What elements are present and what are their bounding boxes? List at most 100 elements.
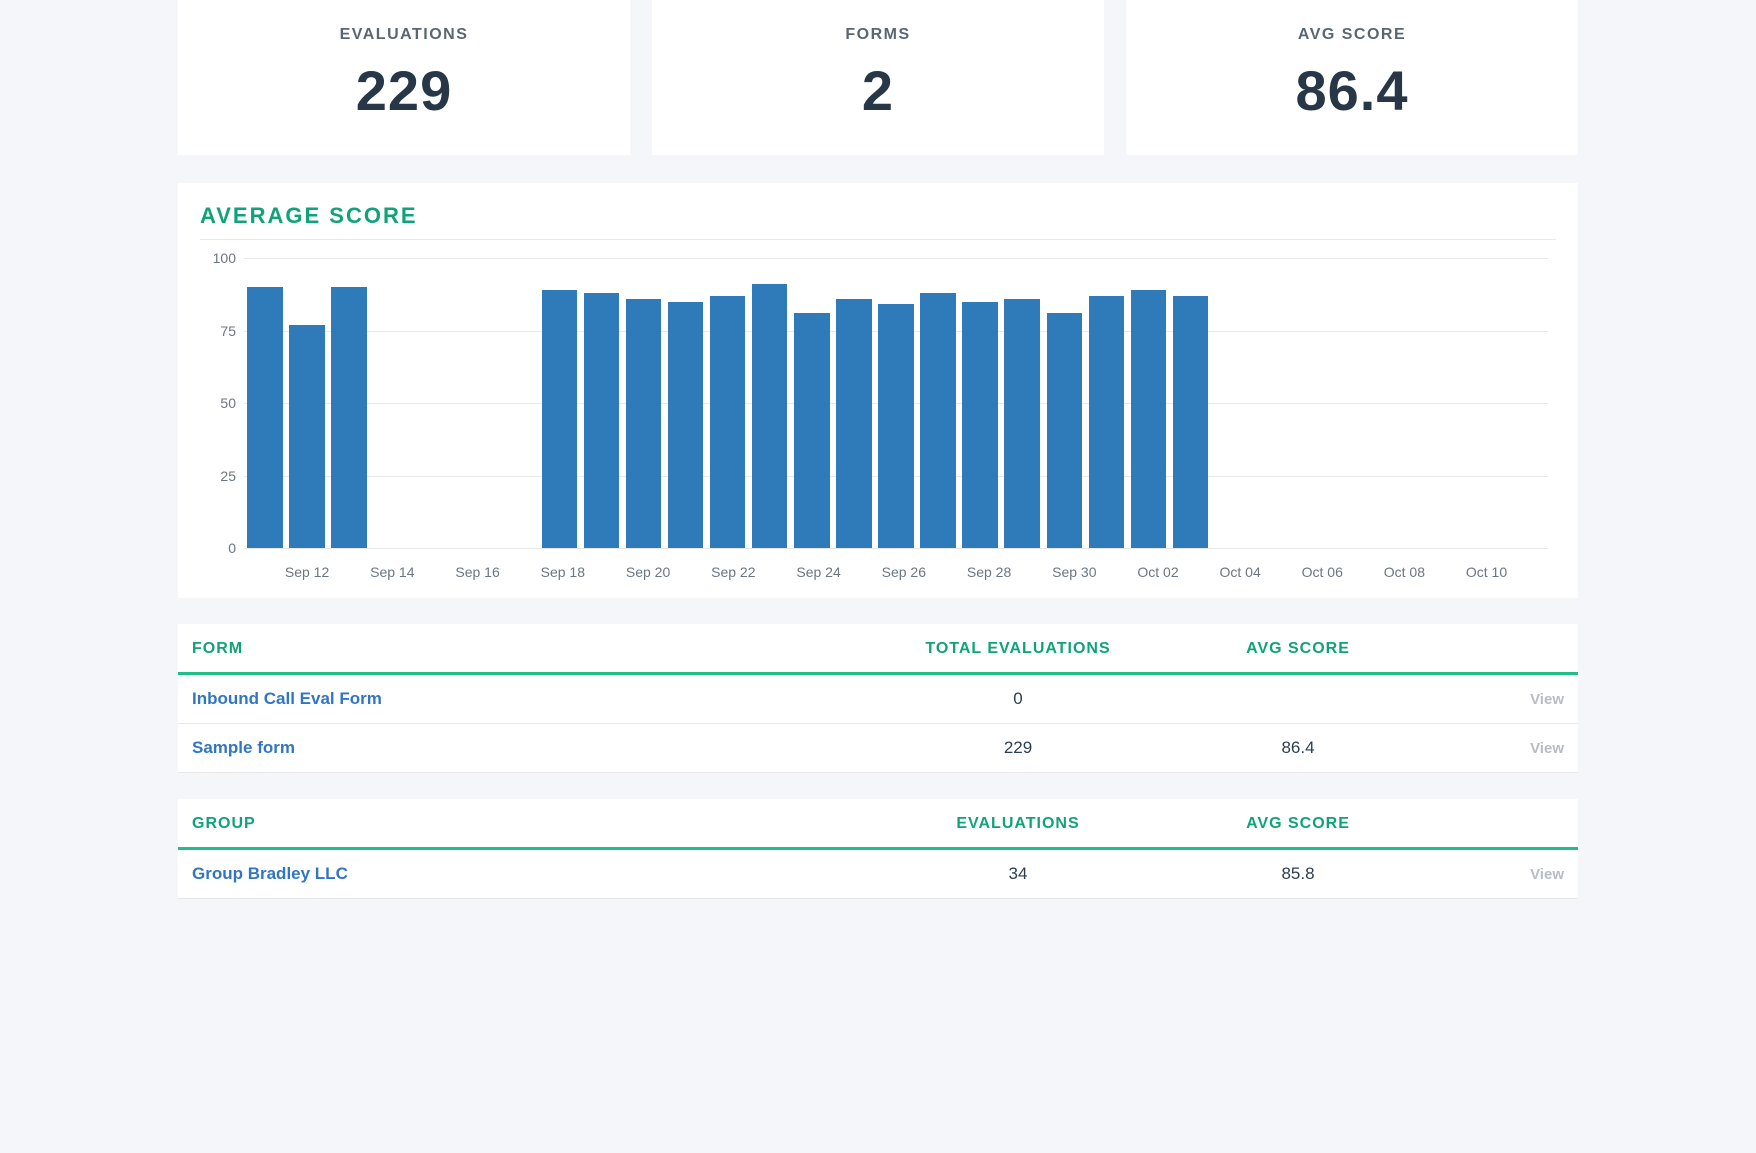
bar[interactable] (247, 287, 282, 548)
col-group: GROUP (178, 799, 878, 849)
bar-slot (917, 258, 959, 548)
x-tick-label: Sep 16 (455, 564, 499, 580)
bar[interactable] (542, 290, 577, 548)
view-link[interactable]: View (1438, 674, 1578, 724)
cell-avg: 85.8 (1158, 849, 1438, 899)
group-link[interactable]: Group Bradley LLC (192, 864, 348, 883)
bar-slot (1506, 258, 1548, 548)
x-tick-label: Sep 14 (370, 564, 414, 580)
x-tick-label (841, 564, 882, 580)
x-tick-label (1425, 564, 1466, 580)
bar-slot (370, 258, 412, 548)
x-tick-label (415, 564, 456, 580)
bar[interactable] (1004, 299, 1039, 548)
x-tick-label (756, 564, 797, 580)
x-tick-label (329, 564, 370, 580)
x-tick-label (1179, 564, 1220, 580)
bar[interactable] (584, 293, 619, 548)
table-row: Inbound Call Eval Form 0 View (178, 674, 1578, 724)
x-tick-label (1011, 564, 1052, 580)
x-tick-label (926, 564, 967, 580)
x-tick-label (1261, 564, 1302, 580)
x-tick-label: Sep 22 (711, 564, 755, 580)
y-tick-label: 75 (204, 323, 236, 339)
bar[interactable] (794, 313, 829, 548)
bar-slot (1254, 258, 1296, 548)
bar-slot (1085, 258, 1127, 548)
forms-table: FORM TOTAL EVALUATIONS AVG SCORE Inbound… (178, 624, 1578, 773)
x-tick-label (585, 564, 626, 580)
bar-slot (665, 258, 707, 548)
bar[interactable] (920, 293, 955, 548)
bar[interactable] (752, 284, 787, 548)
stat-value: 229 (188, 58, 620, 123)
bar[interactable] (1089, 296, 1124, 548)
bar-slot (833, 258, 875, 548)
bar-slot (244, 258, 286, 548)
bar-slot (412, 258, 454, 548)
bar[interactable] (626, 299, 661, 548)
gridline (244, 548, 1548, 549)
bar[interactable] (962, 302, 997, 549)
table-row: Sample form22986.4View (178, 724, 1578, 773)
bar-slot (496, 258, 538, 548)
bar[interactable] (1131, 290, 1166, 548)
x-tick-label: Sep 18 (541, 564, 585, 580)
bar[interactable] (289, 325, 324, 548)
bar[interactable] (1173, 296, 1208, 548)
x-tick-label: Sep 30 (1052, 564, 1096, 580)
bar-slot (875, 258, 917, 548)
bar[interactable] (668, 302, 703, 549)
form-link[interactable]: Sample form (192, 738, 295, 757)
bar-slot (1380, 258, 1422, 548)
bar[interactable] (1047, 313, 1082, 548)
x-tick-label: Oct 02 (1137, 564, 1178, 580)
bar-slot (1043, 258, 1085, 548)
y-tick-label: 25 (204, 468, 236, 484)
view-link[interactable]: View (1438, 724, 1578, 773)
x-tick-label: Oct 04 (1220, 564, 1261, 580)
y-tick-label: 100 (204, 250, 236, 266)
bar-slot (1338, 258, 1380, 548)
x-tick-label: Sep 28 (967, 564, 1011, 580)
cell-evals: 34 (878, 849, 1158, 899)
stat-value: 86.4 (1136, 58, 1568, 123)
bar[interactable] (331, 287, 366, 548)
bar[interactable] (836, 299, 871, 548)
table-row: Group Bradley LLC 3485.8View (178, 849, 1578, 899)
col-evaluations: EVALUATIONS (878, 799, 1158, 849)
x-tick-label (500, 564, 541, 580)
form-link[interactable]: Inbound Call Eval Form (192, 689, 382, 708)
cell-avg: 86.4 (1158, 724, 1438, 773)
col-actions (1438, 624, 1578, 674)
x-tick-label (1097, 564, 1138, 580)
bar-slot (1211, 258, 1253, 548)
bar-slot (1422, 258, 1464, 548)
x-tick-label: Sep 20 (626, 564, 670, 580)
bar[interactable] (710, 296, 745, 548)
x-tick-label (1343, 564, 1384, 580)
x-tick-label (1507, 564, 1548, 580)
stat-card-evaluations: EVALUATIONS 229 (178, 0, 630, 155)
bar-slot (1001, 258, 1043, 548)
bar-slot (286, 258, 328, 548)
view-link[interactable]: View (1438, 849, 1578, 899)
x-tick-label (670, 564, 711, 580)
stats-row: EVALUATIONS 229 FORMS 2 AVG SCORE 86.4 (178, 0, 1578, 155)
col-avg-score: AVG SCORE (1158, 624, 1438, 674)
bar-slot (623, 258, 665, 548)
bar-slot (581, 258, 623, 548)
bar-slot (328, 258, 370, 548)
bar-slot (538, 258, 580, 548)
cell-total: 0 (878, 674, 1158, 724)
bar-slot (1296, 258, 1338, 548)
x-tick-label: Oct 10 (1466, 564, 1507, 580)
bar-slot (1169, 258, 1211, 548)
col-actions (1438, 799, 1578, 849)
x-tick-label: Sep 12 (285, 564, 329, 580)
x-tick-label (244, 564, 285, 580)
x-tick-label: Oct 08 (1384, 564, 1425, 580)
col-total-evaluations: TOTAL EVALUATIONS (878, 624, 1158, 674)
bar[interactable] (878, 304, 913, 548)
bar-slot (791, 258, 833, 548)
